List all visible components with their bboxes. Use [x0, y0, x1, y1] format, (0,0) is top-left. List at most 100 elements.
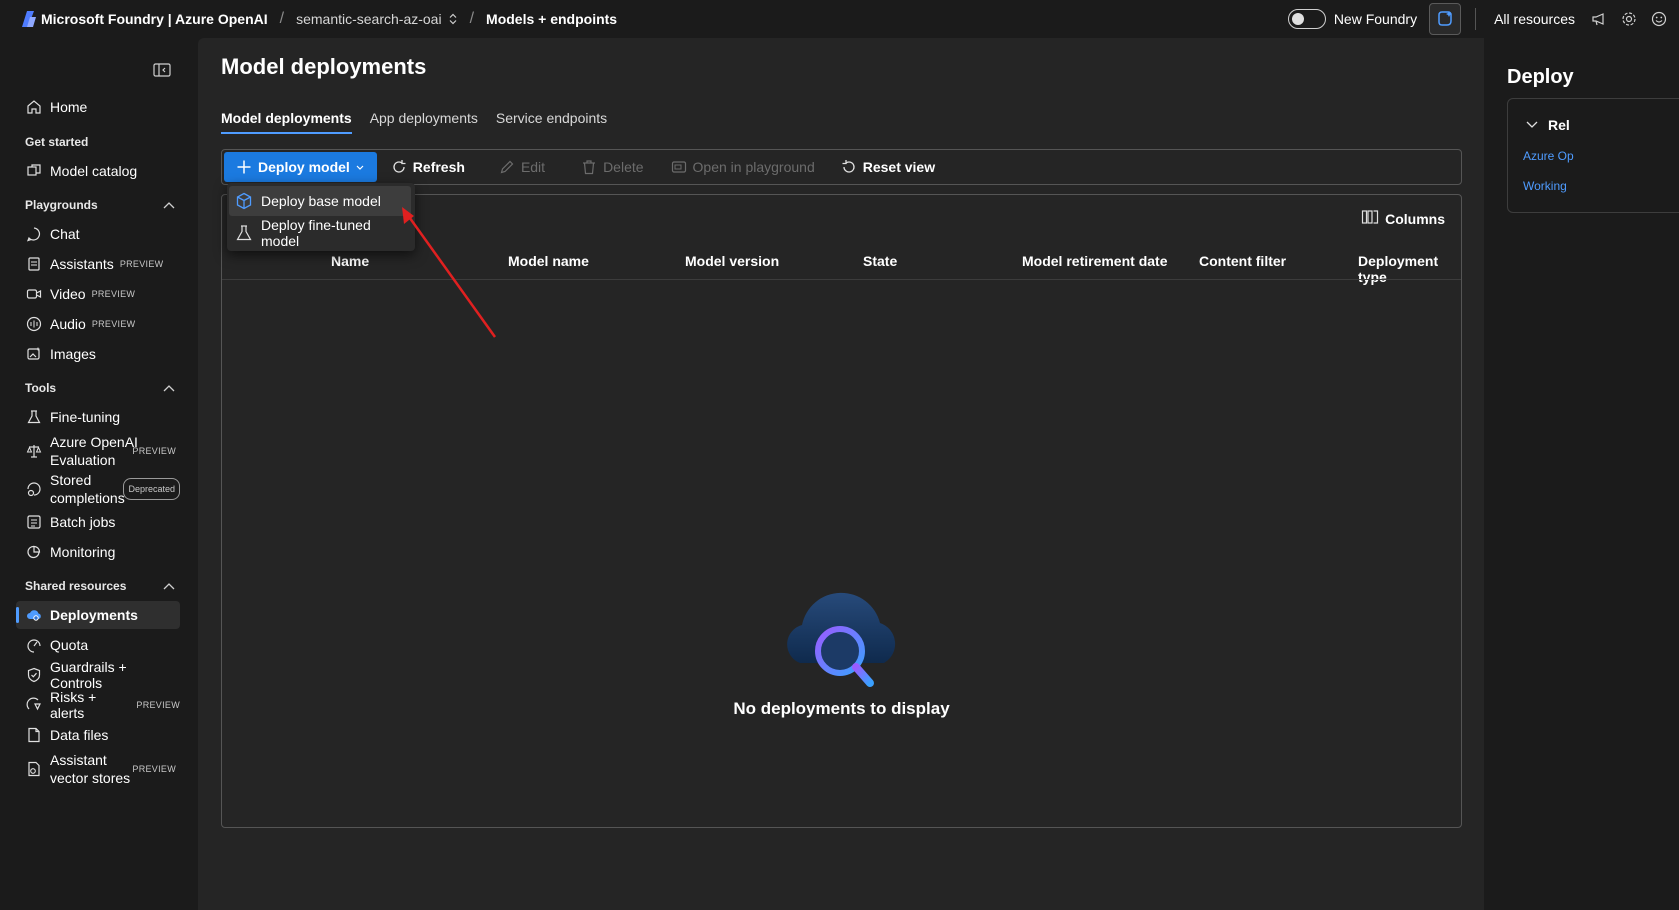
foundry-logo-icon — [22, 11, 36, 27]
flask-icon — [26, 409, 42, 425]
sidebar-item-guardrails[interactable]: Guardrails + Controls — [16, 659, 180, 691]
refresh-button[interactable]: Refresh — [391, 159, 465, 175]
sidebar-item-stored-completions[interactable]: Stored completions Deprecated — [16, 469, 180, 509]
file-icon — [26, 727, 42, 743]
menu-item-deploy-fine-tuned-model[interactable]: Deploy fine-tuned model — [229, 217, 411, 249]
breadcrumb-project[interactable]: semantic-search-az-oai — [296, 11, 458, 27]
collapse-sidebar-icon[interactable] — [153, 63, 171, 77]
home-icon — [26, 99, 42, 115]
brand[interactable]: Microsoft Foundry | Azure OpenAI — [22, 11, 268, 27]
copilot-icon — [1438, 11, 1453, 26]
section-get-started: Get started — [25, 135, 89, 149]
shield-icon — [26, 667, 42, 683]
sidebar-item-assistants[interactable]: Assistants PREVIEW — [16, 250, 180, 278]
sidebar-item-model-catalog[interactable]: Model catalog — [16, 157, 180, 185]
related-link-azure-openai[interactable]: Azure Op — [1523, 149, 1574, 163]
megaphone-icon[interactable] — [1589, 9, 1609, 29]
playground-icon — [671, 159, 687, 175]
column-header-state[interactable]: State — [863, 253, 897, 269]
sidebar-item-images[interactable]: Images — [16, 340, 180, 368]
delete-button[interactable]: Delete — [581, 159, 644, 175]
breadcrumb-separator: / — [279, 10, 285, 27]
sidebar-item-data-files[interactable]: Data files — [16, 721, 180, 749]
tab-model-deployments[interactable]: Model deployments — [221, 110, 352, 134]
monitoring-icon — [26, 544, 42, 560]
section-playgrounds[interactable]: Playgrounds — [25, 198, 175, 212]
sidebar-item-batch-jobs[interactable]: Batch jobs — [16, 508, 180, 536]
preview-badge: PREVIEW — [119, 259, 164, 269]
deployments-grid: Columns Name Model name Model version St… — [221, 194, 1462, 828]
preview-badge: PREVIEW — [136, 700, 180, 710]
preview-badge: PREVIEW — [132, 446, 176, 456]
smiley-feedback-icon[interactable] — [1649, 9, 1669, 29]
header-divider — [222, 279, 1461, 280]
sidebar-item-chat[interactable]: Chat — [16, 220, 180, 248]
sidebar-item-evaluation[interactable]: Azure OpenAI Evaluation PREVIEW — [16, 431, 180, 471]
page-title: Model deployments — [221, 54, 427, 79]
column-header-content-filter[interactable]: Content filter — [1199, 253, 1286, 269]
section-tools[interactable]: Tools — [25, 381, 175, 395]
sidebar-item-audio[interactable]: Audio PREVIEW — [16, 310, 180, 338]
chat-icon — [26, 226, 42, 242]
column-header-model-name[interactable]: Model name — [508, 253, 589, 269]
assistant-icon — [26, 256, 42, 272]
section-shared-resources[interactable]: Shared resources — [25, 579, 175, 593]
images-icon — [26, 346, 42, 362]
chevron-up-icon — [163, 202, 175, 209]
sidebar-item-home[interactable]: Home — [16, 93, 180, 121]
brand-title: Microsoft Foundry | Azure OpenAI — [41, 11, 268, 27]
edit-button[interactable]: Edit — [499, 159, 545, 175]
new-foundry-toggle[interactable] — [1287, 9, 1326, 29]
copilot-button[interactable] — [1429, 3, 1462, 35]
sidebar-item-vector-stores[interactable]: Assistant vector stores PREVIEW — [16, 749, 180, 789]
stored-completions-icon — [26, 481, 42, 497]
batch-icon — [26, 514, 42, 530]
tab-app-deployments[interactable]: App deployments — [370, 110, 478, 132]
sidebar-item-video[interactable]: Video PREVIEW — [16, 280, 180, 308]
sidebar-item-quota[interactable]: Quota — [16, 631, 180, 659]
tab-service-endpoints[interactable]: Service endpoints — [496, 110, 607, 132]
main-content: Model deployments Model deployments App … — [198, 38, 1484, 910]
divider — [1475, 8, 1477, 30]
gear-icon[interactable] — [1619, 9, 1639, 29]
new-foundry-label: New Foundry — [1333, 11, 1418, 27]
columns-button[interactable]: Columns — [1361, 209, 1445, 228]
column-header-name[interactable]: Name — [331, 253, 369, 269]
deploy-model-menu: Deploy base model Deploy fine-tuned mode… — [227, 183, 415, 251]
cube-icon — [26, 163, 42, 179]
all-resources-link[interactable]: All resources — [1494, 11, 1575, 27]
open-in-playground-button[interactable]: Open in playground — [671, 159, 815, 175]
refresh-icon — [391, 159, 407, 175]
reset-view-button[interactable]: Reset view — [841, 159, 935, 175]
column-header-deployment-type[interactable]: Deployment type — [1358, 253, 1461, 285]
scale-icon — [26, 443, 42, 459]
preview-badge: PREVIEW — [91, 289, 136, 299]
related-section-toggle[interactable]: Rel — [1526, 117, 1570, 133]
plus-icon — [237, 160, 251, 174]
sidebar-item-deployments[interactable]: Deployments — [16, 601, 180, 629]
top-bar: Microsoft Foundry | Azure OpenAI / seman… — [0, 0, 1679, 38]
sidebar-item-monitoring[interactable]: Monitoring — [16, 538, 180, 566]
deploy-model-button[interactable]: Deploy model — [224, 152, 377, 182]
related-card: Rel Azure Op Working — [1507, 98, 1679, 213]
chevron-updown-icon — [449, 13, 457, 25]
toolbar: Deploy model Refresh Edit Delete Open in… — [221, 149, 1462, 185]
cube-icon — [235, 192, 253, 210]
column-header-retirement-date[interactable]: Model retirement date — [1022, 253, 1167, 269]
empty-state-message: No deployments to display — [733, 699, 950, 718]
reset-icon — [841, 159, 857, 175]
audio-icon — [26, 316, 42, 332]
breadcrumb-separator: / — [469, 10, 475, 27]
related-link-working[interactable]: Working — [1523, 179, 1567, 193]
alert-icon — [26, 697, 42, 713]
chevron-down-icon — [1526, 121, 1538, 128]
sidebar-item-risks-alerts[interactable]: Risks + alerts PREVIEW — [16, 689, 180, 721]
breadcrumb-current[interactable]: Models + endpoints — [486, 11, 617, 27]
quota-icon — [26, 637, 42, 653]
preview-badge: PREVIEW — [91, 319, 136, 329]
menu-item-deploy-base-model[interactable]: Deploy base model — [229, 186, 411, 216]
column-header-model-version[interactable]: Model version — [685, 253, 779, 269]
sidebar-item-fine-tuning[interactable]: Fine-tuning — [16, 403, 180, 431]
vector-store-icon — [26, 761, 42, 777]
chevron-up-icon — [163, 583, 175, 590]
